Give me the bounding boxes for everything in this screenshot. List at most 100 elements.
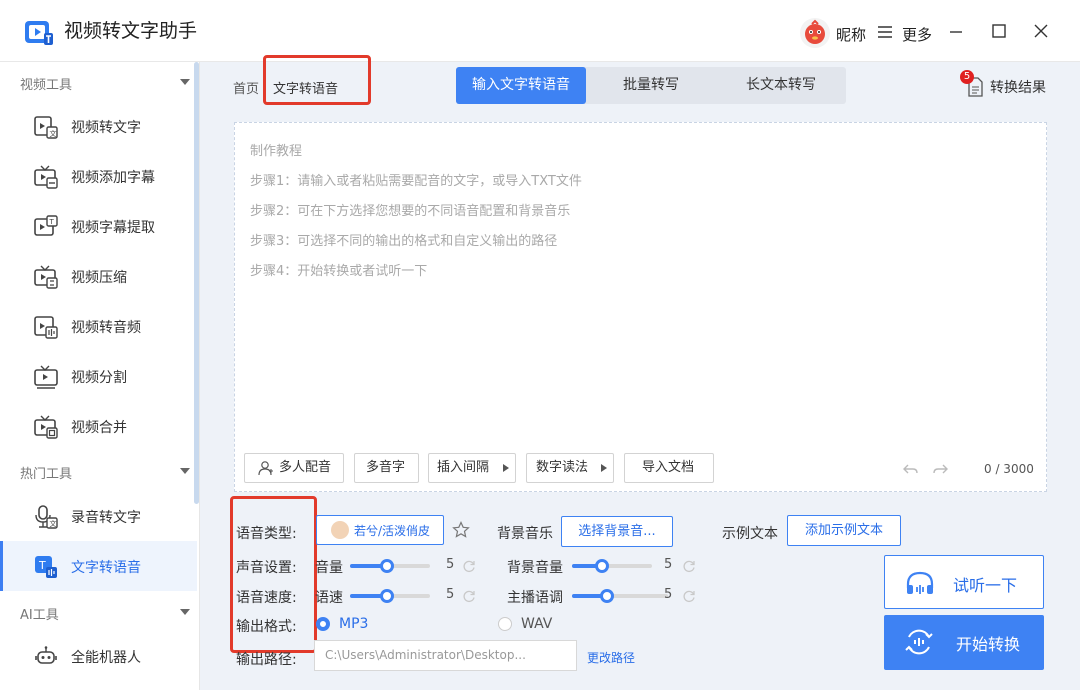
output-path-label: 输出路径: xyxy=(236,652,297,668)
tutorial-step: 步骤1：请输入或者粘贴需要配音的文字，或导入TXT文件 xyxy=(250,174,582,189)
undo-icon[interactable] xyxy=(903,462,919,476)
sidebar-item-video-to-audio[interactable]: 视频转音频 xyxy=(0,301,197,351)
tab-batch-transcribe[interactable]: 批量转写 xyxy=(586,67,716,104)
reset-icon[interactable] xyxy=(462,559,476,573)
tutorial-title: 制作教程 xyxy=(250,144,303,159)
title-bar: 视频转文字助手 昵称 更多 xyxy=(0,0,1080,62)
format-mp3-label[interactable]: MP3 xyxy=(339,616,368,632)
sidebar-item-extract-subtitles[interactable]: T 视频字幕提取 xyxy=(0,201,197,251)
sidebar-group-hot-tools[interactable]: 热门工具 xyxy=(0,453,192,489)
app-logo-icon xyxy=(25,21,53,45)
add-sample-text-button[interactable]: 添加示例文本 xyxy=(787,515,901,546)
multi-voice-button[interactable]: 多人配音 xyxy=(244,453,344,483)
voice-name: 若兮/活泼俏皮 xyxy=(354,524,431,538)
volume-slider[interactable] xyxy=(350,559,430,573)
import-doc-button[interactable]: 导入文档 xyxy=(624,453,714,483)
sidebar-item-video-compress[interactable]: 视频压缩 xyxy=(0,251,197,301)
tab-long-text-transcribe[interactable]: 长文本转写 xyxy=(716,67,846,104)
svg-text:T: T xyxy=(38,559,46,572)
change-path-link[interactable]: 更改路径 xyxy=(587,649,635,666)
format-wav-radio[interactable] xyxy=(498,617,512,631)
format-mp3-radio[interactable] xyxy=(316,617,330,631)
svg-text:文: 文 xyxy=(50,129,57,138)
bg-volume-slider[interactable] xyxy=(572,559,652,573)
tab-bar: 输入文字转语音 批量转写 长文本转写 xyxy=(456,67,846,104)
import-doc-label: 导入文档 xyxy=(642,460,695,475)
start-convert-label: 开始转换 xyxy=(956,635,1021,654)
user-nickname[interactable]: 昵称 xyxy=(836,24,866,45)
tutorial-step: 步骤3：可选择不同的输出的格式和自定义输出的路径 xyxy=(250,234,558,249)
format-wav-label[interactable]: WAV xyxy=(521,616,552,632)
sidebar-item-recording-to-text[interactable]: 文 录音转文字 xyxy=(0,491,197,541)
maximize-icon[interactable] xyxy=(989,21,1009,41)
group-title: 视频工具 xyxy=(20,78,73,93)
text-to-speech-icon: T xyxy=(35,556,57,578)
sidebar-item-add-subtitles[interactable]: 视频添加字幕 xyxy=(0,151,197,201)
speech-speed-label: 语音速度: xyxy=(236,590,297,606)
speed-slider[interactable] xyxy=(350,589,430,603)
sidebar-item-video-to-text[interactable]: 文 视频转文字 xyxy=(0,101,197,151)
more-menu[interactable]: 更多 xyxy=(902,24,932,45)
text-editor[interactable]: 制作教程 步骤1：请输入或者粘贴需要配音的文字，或导入TXT文件 步骤2：可在下… xyxy=(234,122,1047,492)
pitch-slider-thumb[interactable] xyxy=(600,589,614,603)
bg-volume-label: 背景音量 xyxy=(507,560,563,576)
sidebar-item-label: 视频转音频 xyxy=(71,320,141,336)
reset-icon[interactable] xyxy=(682,589,696,603)
sidebar-item-label: 视频合并 xyxy=(71,420,127,436)
sidebar-group-ai-tools[interactable]: AI工具 xyxy=(0,594,192,630)
compress-icon xyxy=(34,265,58,289)
close-icon[interactable] xyxy=(1031,21,1051,41)
preview-button[interactable]: 试听一下 xyxy=(884,555,1044,609)
chevron-down-icon xyxy=(180,609,190,615)
volume-slider-thumb[interactable] xyxy=(380,559,394,573)
insert-pause-label: 插入间隔 xyxy=(437,460,490,475)
subtitle-extract-icon: T xyxy=(34,215,58,236)
sidebar-item-label: 视频压缩 xyxy=(71,270,127,286)
chevron-down-icon xyxy=(180,468,190,474)
user-avatar[interactable] xyxy=(800,18,830,48)
number-reading-button[interactable]: 数字读法 xyxy=(526,453,614,483)
sidebar-item-video-split[interactable]: 视频分割 xyxy=(0,351,197,401)
menu-icon[interactable] xyxy=(877,25,893,39)
start-convert-button[interactable]: 开始转换 xyxy=(884,615,1044,670)
tv-subtitle-icon xyxy=(34,165,58,189)
breadcrumb-home[interactable]: 首页 xyxy=(233,78,259,97)
sidebar-item-all-round-robot[interactable]: 全能机器人 xyxy=(0,631,197,681)
result-count-badge: 5 xyxy=(960,70,974,84)
voice-select-button[interactable]: 若兮/活泼俏皮 xyxy=(316,515,444,545)
pitch-value: 5 xyxy=(664,587,673,602)
polyphone-button[interactable]: 多音字 xyxy=(354,453,419,483)
insert-pause-button[interactable]: 插入间隔 xyxy=(428,453,516,483)
convert-icon xyxy=(905,629,933,655)
headphones-icon xyxy=(906,571,934,594)
tab-text-to-speech[interactable]: 输入文字转语音 xyxy=(456,67,586,104)
speed-slider-thumb[interactable] xyxy=(380,589,394,603)
voice-avatar xyxy=(331,521,349,539)
star-icon[interactable] xyxy=(452,521,470,539)
microphone-text-icon: 文 xyxy=(35,505,58,529)
minimize-icon[interactable] xyxy=(946,21,966,41)
character-count: 0 / 3000 xyxy=(984,462,1034,476)
sidebar-item-label: 录音转文字 xyxy=(71,510,141,526)
select-bg-music-button[interactable]: 选择背景音... xyxy=(561,516,673,547)
sidebar-item-label: 视频分割 xyxy=(71,370,127,386)
play-triangle-icon xyxy=(503,464,509,472)
sidebar-item-label: 文字转语音 xyxy=(71,560,141,576)
polyphone-label: 多音字 xyxy=(366,460,406,475)
group-title: AI工具 xyxy=(20,608,59,623)
sidebar-item-video-merge[interactable]: 视频合并 xyxy=(0,401,197,451)
number-reading-label: 数字读法 xyxy=(536,460,589,475)
conversion-results-link[interactable]: 转换结果 xyxy=(990,77,1046,97)
robot-icon xyxy=(35,646,57,664)
sidebar-item-text-to-speech[interactable]: T 文字转语音 xyxy=(0,541,197,591)
sidebar-group-video-tools[interactable]: 视频工具 xyxy=(0,64,192,100)
svg-text:文: 文 xyxy=(50,519,57,528)
reset-icon[interactable] xyxy=(682,559,696,573)
chevron-down-icon xyxy=(180,79,190,85)
redo-icon[interactable] xyxy=(932,462,948,476)
pitch-slider[interactable] xyxy=(572,589,668,603)
bg-volume-slider-thumb[interactable] xyxy=(595,559,609,573)
video-to-text-icon: 文 xyxy=(34,116,58,139)
reset-icon[interactable] xyxy=(462,589,476,603)
output-path-field[interactable]: C:\Users\Administrator\Desktop... xyxy=(314,640,577,671)
